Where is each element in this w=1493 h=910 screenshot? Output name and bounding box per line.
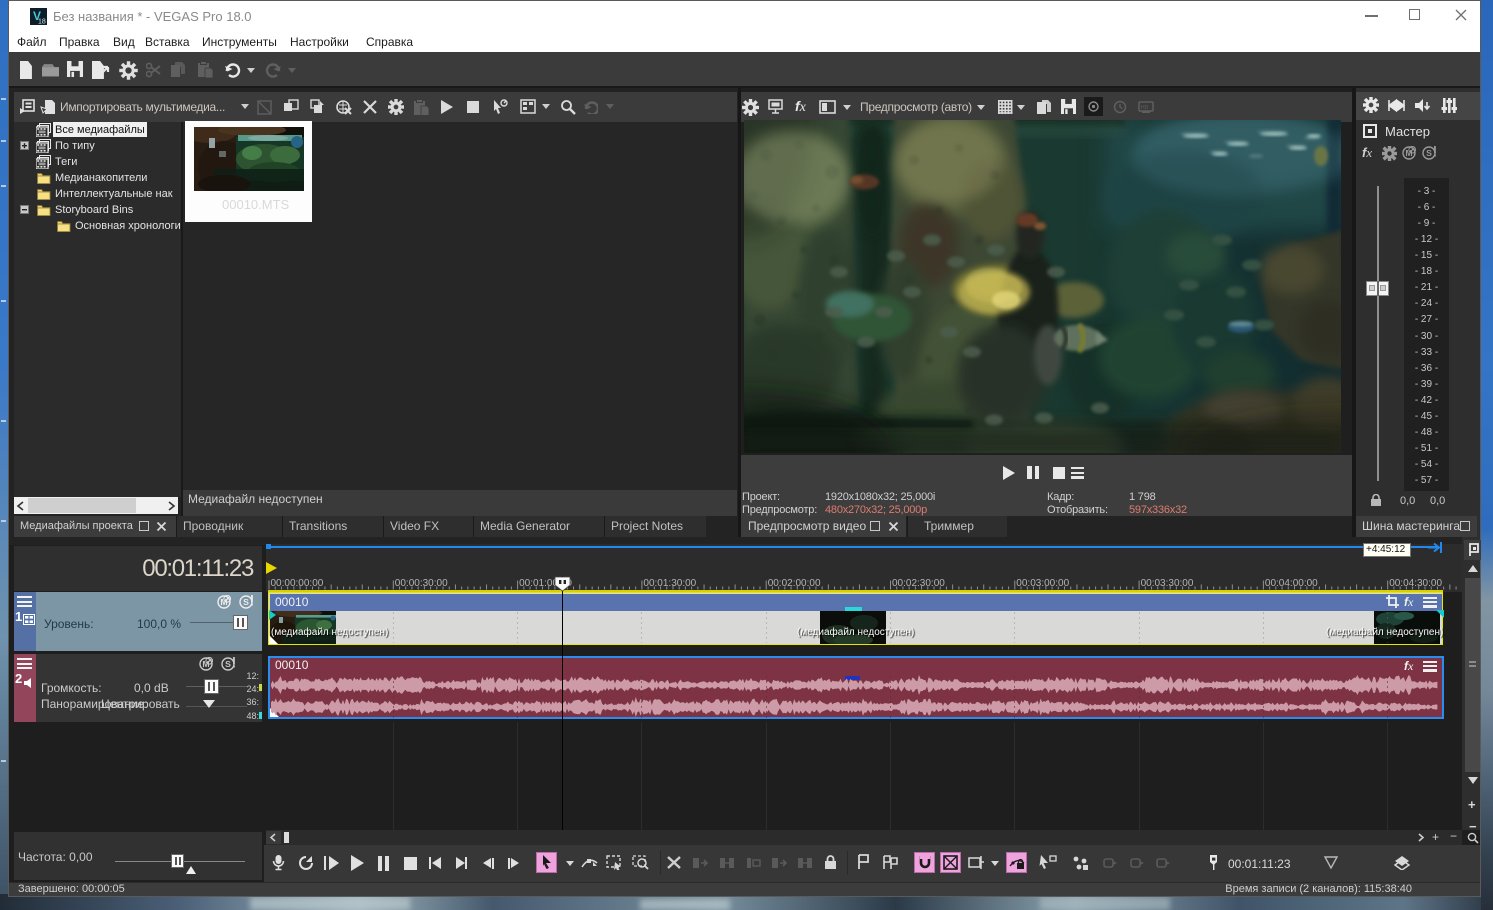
svg-text:18: 18: [38, 19, 46, 26]
svg-text:00:02:30:00: 00:02:30:00: [892, 578, 945, 589]
svg-text:00:00:30:00: 00:00:30:00: [395, 578, 448, 589]
svg-text:00:02:00:00: 00:02:00:00: [768, 578, 821, 589]
svg-text:S: S: [1426, 148, 1432, 158]
svg-text:S: S: [243, 597, 249, 607]
svg-text:00:04:30:00: 00:04:30:00: [1389, 578, 1442, 589]
svg-text:00:04:00:00: 00:04:00:00: [1265, 578, 1318, 589]
svg-text:00:00:00:00: 00:00:00:00: [271, 578, 324, 589]
svg-text:HD: HD: [1141, 105, 1149, 111]
svg-text:00:03:30:00: 00:03:30:00: [1141, 578, 1194, 589]
svg-text:00:03:00:00: 00:03:00:00: [1016, 578, 1069, 589]
svg-text:S: S: [225, 659, 231, 669]
svg-text:00:01:30:00: 00:01:30:00: [643, 578, 696, 589]
